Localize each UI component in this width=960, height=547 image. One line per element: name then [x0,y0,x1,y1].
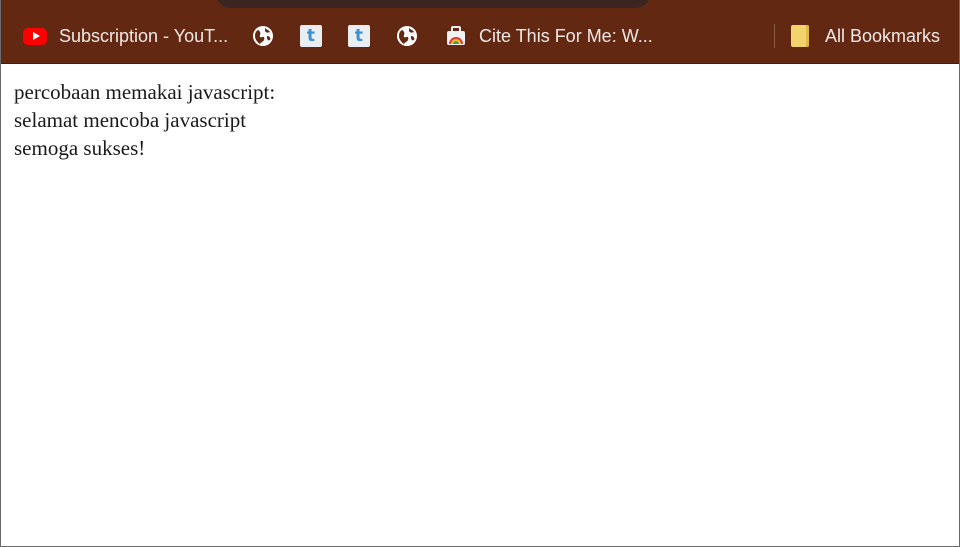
text-line: semoga sukses! [14,136,146,160]
cite-this-for-me-icon [445,25,467,47]
all-bookmarks-button[interactable]: All Bookmarks [791,22,940,50]
address-bar-edge[interactable] [216,0,650,8]
bookmarks-divider [774,24,775,48]
page-content: percobaan memakai javascript: selamat me… [14,78,275,162]
bookmark-tumblr-1[interactable]: t [300,22,322,50]
text-line: selamat mencoba javascript [14,108,247,132]
globe-icon [252,25,274,47]
bookmark-youtube-subscription[interactable]: Subscription - YouT... [23,22,228,50]
bookmark-globe-1[interactable] [252,22,274,50]
tumblr-icon: t [300,25,322,47]
bookmark-tumblr-2[interactable]: t [348,22,370,50]
bookmarks-bar: Subscription - YouT... t t Cite This For… [1,0,959,64]
tumblr-icon: t [348,25,370,47]
folder-icon [791,25,809,47]
bookmark-label: Cite This For Me: W... [479,25,653,46]
bookmark-globe-2[interactable] [396,22,418,50]
globe-icon [396,25,418,47]
youtube-icon [23,27,47,45]
all-bookmarks-label: All Bookmarks [825,25,941,46]
bookmark-label: Subscription - YouT... [59,25,229,46]
browser-window: Subscription - YouT... t t Cite This For… [0,0,960,547]
text-line: percobaan memakai javascript: [14,80,276,104]
bookmark-cite-this-for-me[interactable]: Cite This For Me: W... [445,22,653,50]
